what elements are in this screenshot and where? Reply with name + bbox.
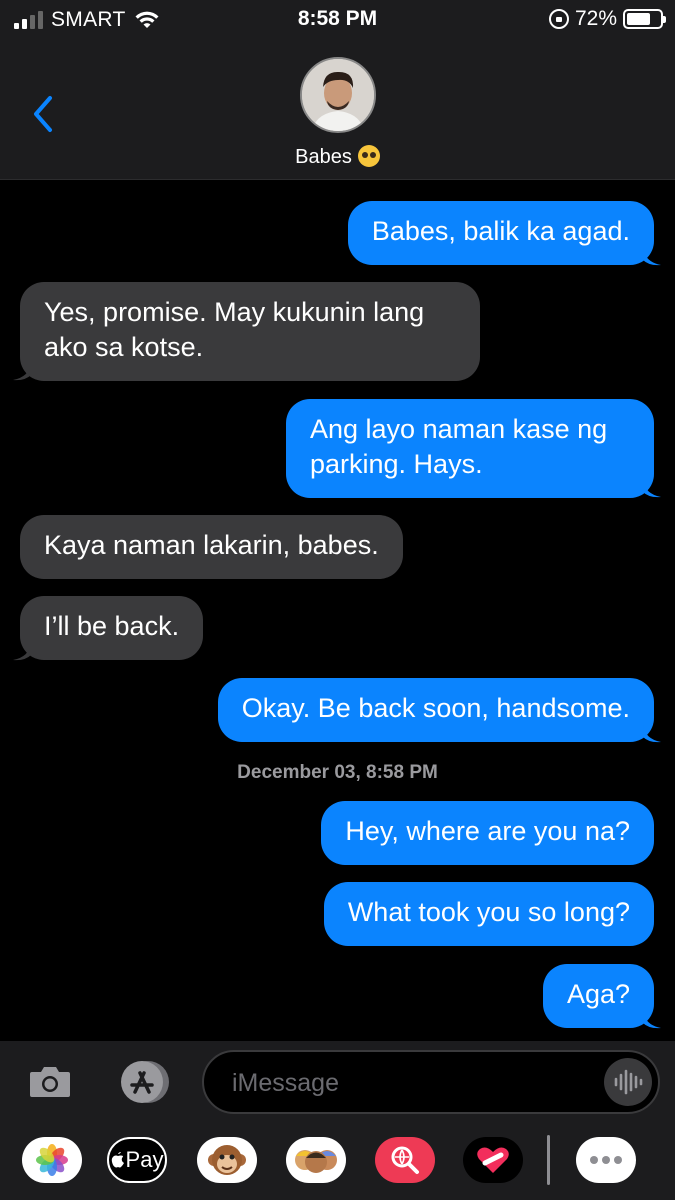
contact-name[interactable]: Babes xyxy=(0,145,675,169)
message-text: Yes, promise. May kukunin lang xyxy=(44,297,425,327)
camera-button[interactable] xyxy=(28,1063,72,1099)
compose-bar: iMessage xyxy=(0,1041,675,1123)
bubble-tail xyxy=(643,480,661,498)
message-text: Aga? xyxy=(566,979,630,1009)
animoji-button[interactable] xyxy=(197,1137,257,1183)
avatar-photo-icon xyxy=(302,59,374,131)
message-text: ako sa kotse. xyxy=(44,332,204,362)
photos-icon[interactable] xyxy=(35,1143,69,1177)
message-input[interactable]: iMessage xyxy=(202,1050,660,1114)
bubble-tail xyxy=(13,643,31,661)
message-text: Kaya naman lakarin, babes. xyxy=(44,530,379,560)
memoji-monkey-icon[interactable] xyxy=(207,1140,247,1180)
message-text: Okay. Be back soon, handsome. xyxy=(241,693,630,723)
battery-percent: 72% xyxy=(574,7,617,30)
bubble-tail xyxy=(643,248,661,266)
received-message-bubble[interactable]: I’ll be back. xyxy=(20,596,204,660)
message-text: parking. Hays. xyxy=(310,449,483,479)
bubble-tail xyxy=(13,363,31,381)
apple-pay-label: Pay xyxy=(125,1147,164,1172)
message-text: What took you so long? xyxy=(347,897,630,927)
message-text: I’ll be back. xyxy=(44,611,180,641)
camera-icon[interactable] xyxy=(28,1063,72,1099)
memoji-stickers-button[interactable] xyxy=(286,1137,346,1183)
imessage-app-drawer: Pay xyxy=(0,1123,675,1200)
message-timestamp: December 03, 8:58 PM xyxy=(237,762,438,783)
apple-pay-icon xyxy=(111,1152,124,1168)
contact-name-text: Babes xyxy=(295,146,352,168)
pleading-face-icon xyxy=(357,145,380,167)
sent-message-bubble[interactable]: Okay. Be back soon, handsome. xyxy=(217,678,654,742)
apple-pay-button[interactable]: Pay xyxy=(107,1137,167,1183)
message-text: Hey, where are you na? xyxy=(345,816,630,846)
app-store-button[interactable] xyxy=(113,1059,171,1105)
digital-touch-button[interactable] xyxy=(463,1137,523,1183)
sent-message-bubble[interactable]: Ang layo naman kase ng parking. Hays. xyxy=(286,399,654,498)
message-list[interactable]: Babes, balik ka agad. Yes, promise. May … xyxy=(0,181,675,1041)
more-apps-button[interactable] xyxy=(576,1137,636,1183)
chevron-left-icon[interactable] xyxy=(28,92,58,136)
image-search-button[interactable] xyxy=(375,1137,435,1183)
bubble-tail xyxy=(643,725,661,743)
back-button[interactable] xyxy=(28,92,58,136)
received-message-bubble[interactable]: Kaya naman lakarin, babes. xyxy=(20,515,403,579)
waveform-icon[interactable] xyxy=(613,1068,643,1096)
received-message-bubble[interactable]: Yes, promise. May kukunin lang ako sa ko… xyxy=(20,282,480,381)
orientation-lock-icon xyxy=(548,9,569,29)
memoji-stickers-icon[interactable] xyxy=(293,1142,339,1178)
message-text: Babes, balik ka agad. xyxy=(371,216,630,246)
audio-message-button[interactable] xyxy=(604,1058,652,1106)
sent-message-bubble[interactable]: What took you so long? xyxy=(323,882,654,946)
app-store-icon[interactable] xyxy=(113,1059,171,1105)
message-input-placeholder: iMessage xyxy=(232,1069,339,1097)
conversation-header: Babes xyxy=(0,40,675,180)
sent-message-bubble[interactable]: Hey, where are you na? xyxy=(321,801,654,865)
photos-app-button[interactable] xyxy=(22,1137,82,1183)
more-icon[interactable] xyxy=(588,1155,624,1165)
battery-icon xyxy=(623,9,666,29)
status-bar: SMART 8:58 PM 72% xyxy=(0,0,675,40)
sent-message-bubble[interactable]: Babes, balik ka agad. xyxy=(347,201,654,265)
web-images-icon[interactable] xyxy=(389,1144,421,1176)
bubble-tail xyxy=(643,1011,661,1029)
digital-touch-icon[interactable] xyxy=(476,1145,510,1175)
contact-avatar[interactable] xyxy=(300,57,376,133)
message-text: Ang layo naman kase ng xyxy=(310,414,608,444)
sent-message-bubble[interactable]: Aga? xyxy=(542,964,654,1028)
app-strip-divider xyxy=(547,1135,550,1185)
